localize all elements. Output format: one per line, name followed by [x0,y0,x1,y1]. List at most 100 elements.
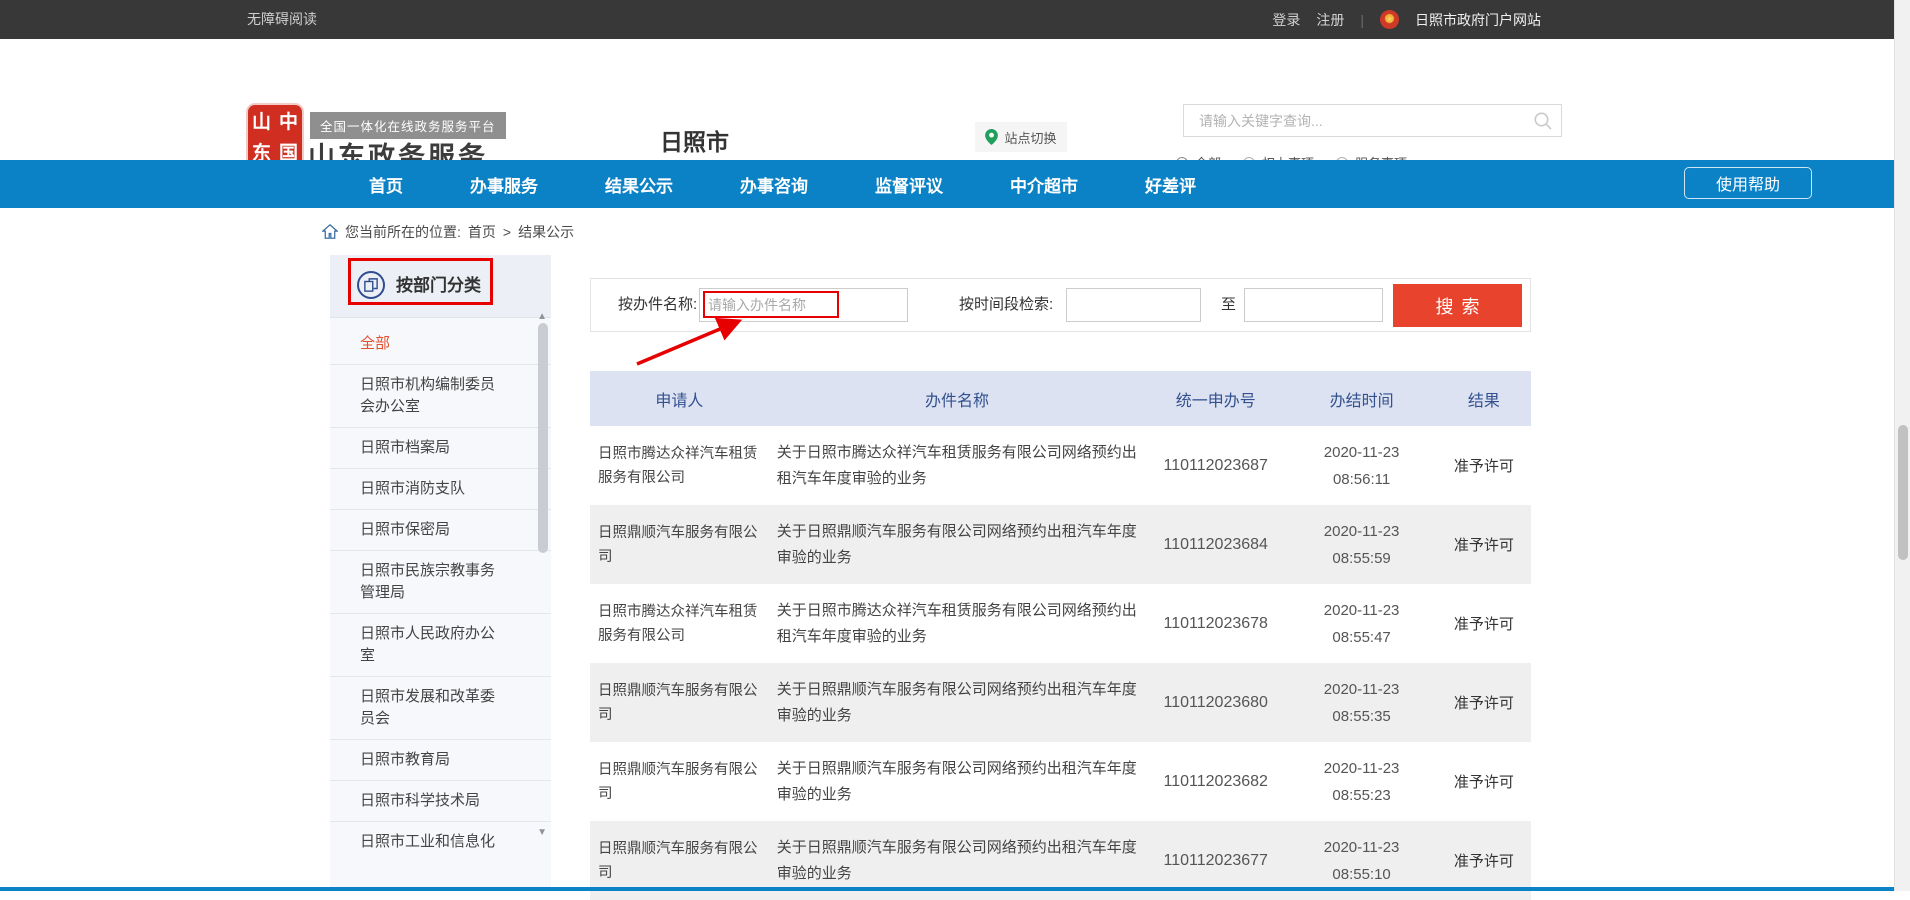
finish-date: 2020-11-23 [1294,439,1429,466]
cell-applicant: 日照市腾达众祥汽车租赁服务有限公司 [590,600,769,648]
department-item-0[interactable]: 全部 [330,324,551,365]
department-item-5[interactable]: 日照市民族宗教事务管理局 [330,551,551,614]
department-item-2[interactable]: 日照市档案局 [330,428,551,469]
header: 山中东国 全国一体化在线政务服务平台 山东政务服务 日照市 站点切换 全部权力事… [0,39,1910,160]
nav-item-2[interactable]: 结果公示 [605,172,673,197]
table-header-row: 申请人办件名称统一申办号办结时间结果 [590,371,1531,426]
help-button[interactable]: 使用帮助 [1684,167,1812,199]
table-row-2[interactable]: 日照市腾达众祥汽车租赁服务有限公司关于日照市腾达众祥汽车租赁服务有限公司网络预约… [590,584,1531,663]
table-row-3[interactable]: 日照鼎顺汽车服务有限公司关于日照鼎顺汽车服务有限公司网络预约出租汽车年度审验的业… [590,663,1531,742]
department-sidebar: 按部门分类 全部日照市机构编制委员会办公室日照市档案局日照市消防支队日照市保密局… [330,255,551,891]
finish-date: 2020-11-23 [1294,676,1429,703]
nav-item-6[interactable]: 好差评 [1145,172,1196,197]
time-filter-label: 按时间段检索: [959,279,1053,331]
nav-item-3[interactable]: 办事咨询 [740,172,808,197]
site-switch-label: 站点切换 [1004,128,1056,147]
cell-apply-id: 110112023687 [1145,457,1286,475]
results-table: 申请人办件名称统一申办号办结时间结果 日照市腾达众祥汽车租赁服务有限公司关于日照… [590,371,1531,900]
finish-clock: 08:55:47 [1294,624,1429,651]
column-header-0: 申请人 [590,387,769,411]
cell-applicant: 日照鼎顺汽车服务有限公司 [590,837,769,885]
table-row-1[interactable]: 日照鼎顺汽车服务有限公司关于日照鼎顺汽车服务有限公司网络预约出租汽车年度审验的业… [590,505,1531,584]
annotation-box-sidebar-title [348,258,493,305]
column-header-3: 办结时间 [1286,387,1437,411]
nav-item-4[interactable]: 监督评议 [875,172,943,197]
search-button[interactable]: 搜索 [1393,284,1522,327]
cell-result: 准予许可 [1437,534,1531,555]
portal-link[interactable]: 日照市政府门户网站 [1415,10,1541,30]
cell-apply-id: 110112023682 [1145,773,1286,791]
home-icon [322,224,338,239]
topbar: 无障碍阅读 登录 注册 | ★ 日照市政府门户网站 [0,0,1894,39]
finish-clock: 08:55:10 [1294,861,1429,888]
cell-finish-time: 2020-11-2308:55:10 [1286,834,1437,888]
cell-item-name: 关于日照鼎顺汽车服务有限公司网络预约出租汽车年度审验的业务 [769,835,1145,887]
seal-char-1: 中 [275,105,302,136]
nav-items: 首页 办事服务 结果公示 办事咨询 监督评议 中介超市 好差评 [369,160,1196,208]
department-item-8[interactable]: 日照市教育局 [330,740,551,781]
breadcrumb-separator: > [503,224,511,240]
time-to-input[interactable] [1244,288,1383,322]
finish-clock: 08:56:11 [1294,466,1429,493]
breadcrumb-prefix: 您当前所在的位置: [345,222,461,242]
nav-item-0[interactable]: 首页 [369,172,403,197]
name-filter-input[interactable] [699,288,908,322]
cell-result: 准予许可 [1437,613,1531,634]
cell-finish-time: 2020-11-2308:55:59 [1286,518,1437,572]
nav-item-5[interactable]: 中介超市 [1010,172,1078,197]
cell-result: 准予许可 [1437,850,1531,871]
finish-date: 2020-11-23 [1294,597,1429,624]
table-body: 日照市腾达众祥汽车租赁服务有限公司关于日照市腾达众祥汽车租赁服务有限公司网络预约… [590,426,1531,900]
location-pin-icon [985,129,998,145]
department-item-7[interactable]: 日照市发展和改革委员会 [330,677,551,740]
city-name: 日照市 [660,123,729,157]
table-row-4[interactable]: 日照鼎顺汽车服务有限公司关于日照鼎顺汽车服务有限公司网络预约出租汽车年度审验的业… [590,742,1531,821]
search-icon[interactable] [1533,111,1553,136]
cell-item-name: 关于日照市腾达众祥汽车租赁服务有限公司网络预约出租汽车年度审验的业务 [769,440,1145,492]
cell-apply-id: 110112023684 [1145,536,1286,554]
login-link[interactable]: 登录 [1272,10,1300,30]
finish-clock: 08:55:35 [1294,703,1429,730]
cell-finish-time: 2020-11-2308:55:35 [1286,676,1437,730]
site-switch-button[interactable]: 站点切换 [975,122,1067,152]
main-nav: 首页 办事服务 结果公示 办事咨询 监督评议 中介超市 好差评 使用帮助 [0,160,1894,208]
cell-finish-time: 2020-11-2308:55:47 [1286,597,1437,651]
cell-item-name: 关于日照鼎顺汽车服务有限公司网络预约出租汽车年度审验的业务 [769,756,1145,808]
register-link[interactable]: 注册 [1316,10,1344,30]
department-item-3[interactable]: 日照市消防支队 [330,469,551,510]
department-item-1[interactable]: 日照市机构编制委员会办公室 [330,365,551,428]
keyword-search-input[interactable] [1184,105,1539,136]
time-from-input[interactable] [1066,288,1201,322]
page-scrollbar-thumb[interactable] [1898,425,1908,560]
finish-date: 2020-11-23 [1294,518,1429,545]
department-item-6[interactable]: 日照市人民政府办公室 [330,614,551,677]
breadcrumb-home[interactable]: 首页 [468,222,496,242]
sidebar-scrollbar-thumb[interactable] [538,323,548,553]
column-header-2: 统一申办号 [1145,387,1286,411]
shandong-seal-logo: 山中东国 [248,105,302,167]
department-item-9[interactable]: 日照市科学技术局 [330,781,551,822]
page-scrollbar[interactable] [1894,0,1910,891]
department-item-10[interactable]: 日照市工业和信息化 [330,822,551,862]
topbar-separator: | [1360,12,1364,28]
sidebar-header: 按部门分类 [330,255,551,318]
cell-result: 准予许可 [1437,692,1531,713]
sidebar-scroll-down-icon[interactable]: ▼ [537,828,547,838]
cell-apply-id: 110112023678 [1145,615,1286,633]
column-header-1: 办件名称 [769,387,1145,411]
cell-apply-id: 110112023680 [1145,694,1286,712]
cell-applicant: 日照鼎顺汽车服务有限公司 [590,758,769,806]
result-filter-form: 按办件名称: 按时间段检索: 至 搜索 [590,278,1531,332]
table-row-0[interactable]: 日照市腾达众祥汽车租赁服务有限公司关于日照市腾达众祥汽车租赁服务有限公司网络预约… [590,426,1531,505]
department-list: 全部日照市机构编制委员会办公室日照市档案局日照市消防支队日照市保密局日照市民族宗… [330,318,551,862]
cell-item-name: 关于日照市腾达众祥汽车租赁服务有限公司网络预约出租汽车年度审验的业务 [769,598,1145,650]
finish-clock: 08:55:23 [1294,782,1429,809]
cell-applicant: 日照市腾达众祥汽车租赁服务有限公司 [590,442,769,490]
column-header-4: 结果 [1437,387,1531,411]
department-item-4[interactable]: 日照市保密局 [330,510,551,551]
cell-apply-id: 110112023677 [1145,852,1286,870]
cell-item-name: 关于日照鼎顺汽车服务有限公司网络预约出租汽车年度审验的业务 [769,519,1145,571]
accessibility-link[interactable]: 无障碍阅读 [247,0,317,39]
nav-item-1[interactable]: 办事服务 [470,172,538,197]
sidebar-scroll-up-icon[interactable]: ▲ [537,312,547,322]
